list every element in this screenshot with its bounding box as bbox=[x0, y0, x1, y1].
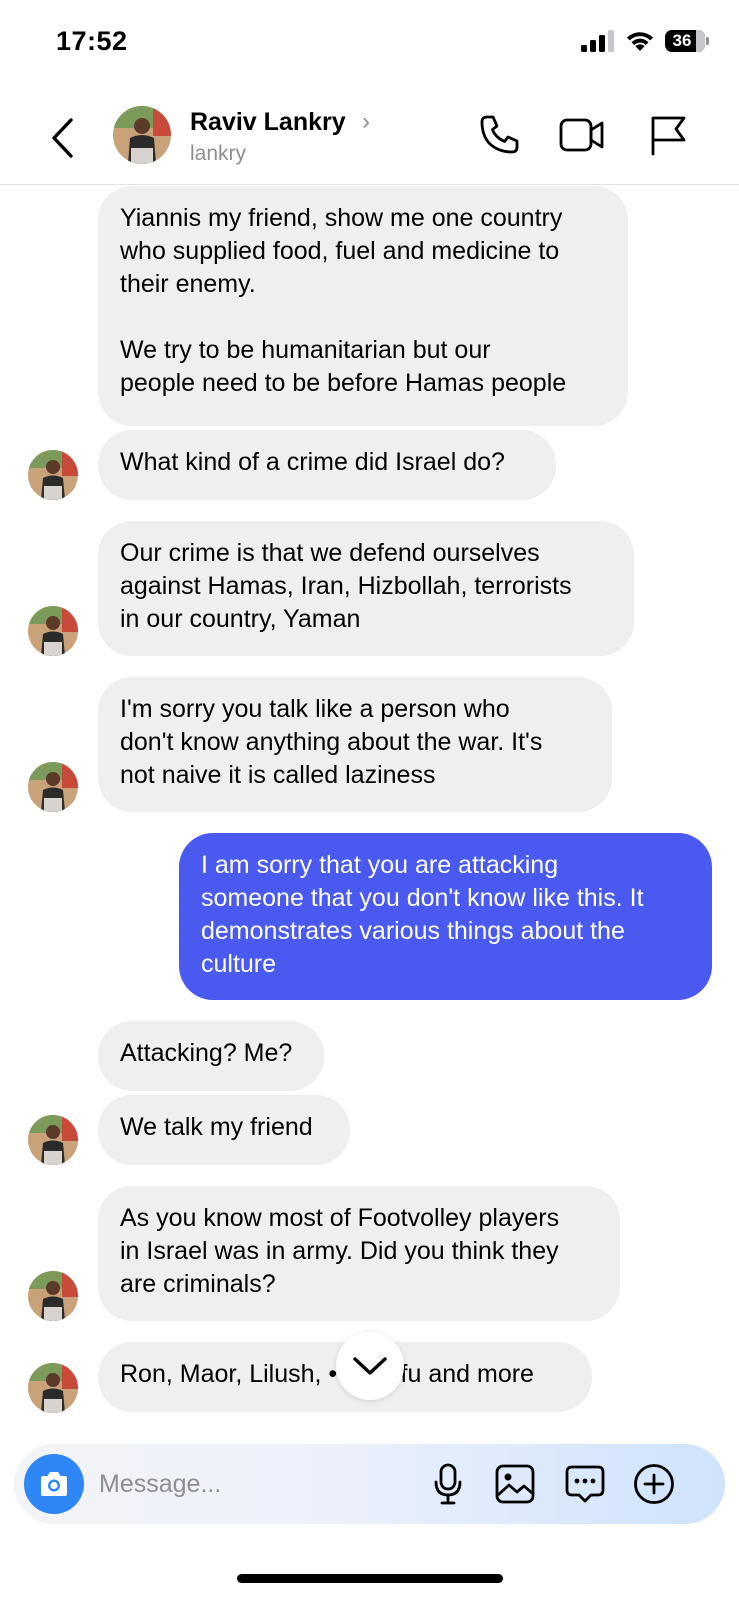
video-camera-icon bbox=[559, 118, 604, 152]
chevron-down-icon bbox=[353, 1357, 387, 1375]
camera-button[interactable] bbox=[24, 1454, 84, 1514]
message-bubble-received[interactable]: We talk my friend bbox=[98, 1095, 350, 1165]
sender-avatar[interactable] bbox=[28, 1115, 78, 1165]
wifi-icon bbox=[627, 32, 653, 51]
message-bubble-received[interactable]: I'm sorry you talk like a person who don… bbox=[98, 677, 612, 812]
camera-icon bbox=[41, 1472, 67, 1496]
back-button[interactable] bbox=[44, 112, 80, 164]
sender-avatar[interactable] bbox=[28, 1363, 78, 1413]
message-composer bbox=[14, 1444, 725, 1524]
battery-icon: 36 bbox=[665, 30, 709, 52]
video-call-button[interactable] bbox=[557, 110, 607, 160]
back-arrow-icon bbox=[52, 118, 73, 158]
message-input[interactable] bbox=[99, 1462, 419, 1506]
message-bubble-received[interactable]: Our crime is that we defend ourselves ag… bbox=[98, 521, 634, 656]
chat-header: Raviv Lankry › lankry bbox=[0, 92, 739, 185]
voice-message-button[interactable] bbox=[422, 1458, 474, 1510]
microphone-icon bbox=[434, 1463, 462, 1505]
sticker-button[interactable] bbox=[559, 1458, 611, 1510]
gallery-icon bbox=[495, 1464, 535, 1504]
sender-avatar[interactable] bbox=[28, 606, 78, 656]
flag-icon bbox=[651, 116, 686, 156]
more-options-button[interactable] bbox=[628, 1458, 680, 1510]
sender-avatar[interactable] bbox=[28, 450, 78, 500]
home-indicator[interactable] bbox=[237, 1574, 503, 1583]
contact-name[interactable]: Raviv Lankry bbox=[190, 108, 346, 137]
plus-icon bbox=[634, 1464, 674, 1504]
status-bar: 17:52 36 bbox=[0, 0, 739, 90]
sticker-chat-icon bbox=[565, 1465, 605, 1503]
chevron-right-icon[interactable]: › bbox=[362, 108, 370, 136]
phone-icon bbox=[480, 115, 519, 154]
sender-avatar[interactable] bbox=[28, 762, 78, 812]
message-bubble-received[interactable]: Yiannis my friend, show me one country w… bbox=[98, 186, 628, 426]
battery-level: 36 bbox=[672, 31, 692, 50]
sender-avatar[interactable] bbox=[28, 1271, 78, 1321]
voice-call-button[interactable] bbox=[474, 110, 524, 160]
contact-username: lankry bbox=[190, 142, 247, 165]
status-time: 17:52 bbox=[56, 26, 128, 56]
contact-avatar[interactable] bbox=[113, 106, 171, 164]
message-bubble-received[interactable]: What kind of a crime did Israel do? bbox=[98, 430, 556, 500]
status-icons: 36 bbox=[581, 30, 709, 52]
scroll-to-bottom-button[interactable] bbox=[336, 1332, 404, 1400]
message-bubble-received[interactable]: As you know most of Footvolley players i… bbox=[98, 1186, 620, 1321]
message-bubble-received[interactable]: Attacking? Me? bbox=[98, 1021, 324, 1091]
gallery-button[interactable] bbox=[489, 1458, 541, 1510]
cellular-signal-icon bbox=[581, 30, 614, 52]
report-button[interactable] bbox=[643, 110, 693, 160]
message-bubble-sent[interactable]: I am sorry that you are attacking someon… bbox=[179, 833, 712, 1000]
